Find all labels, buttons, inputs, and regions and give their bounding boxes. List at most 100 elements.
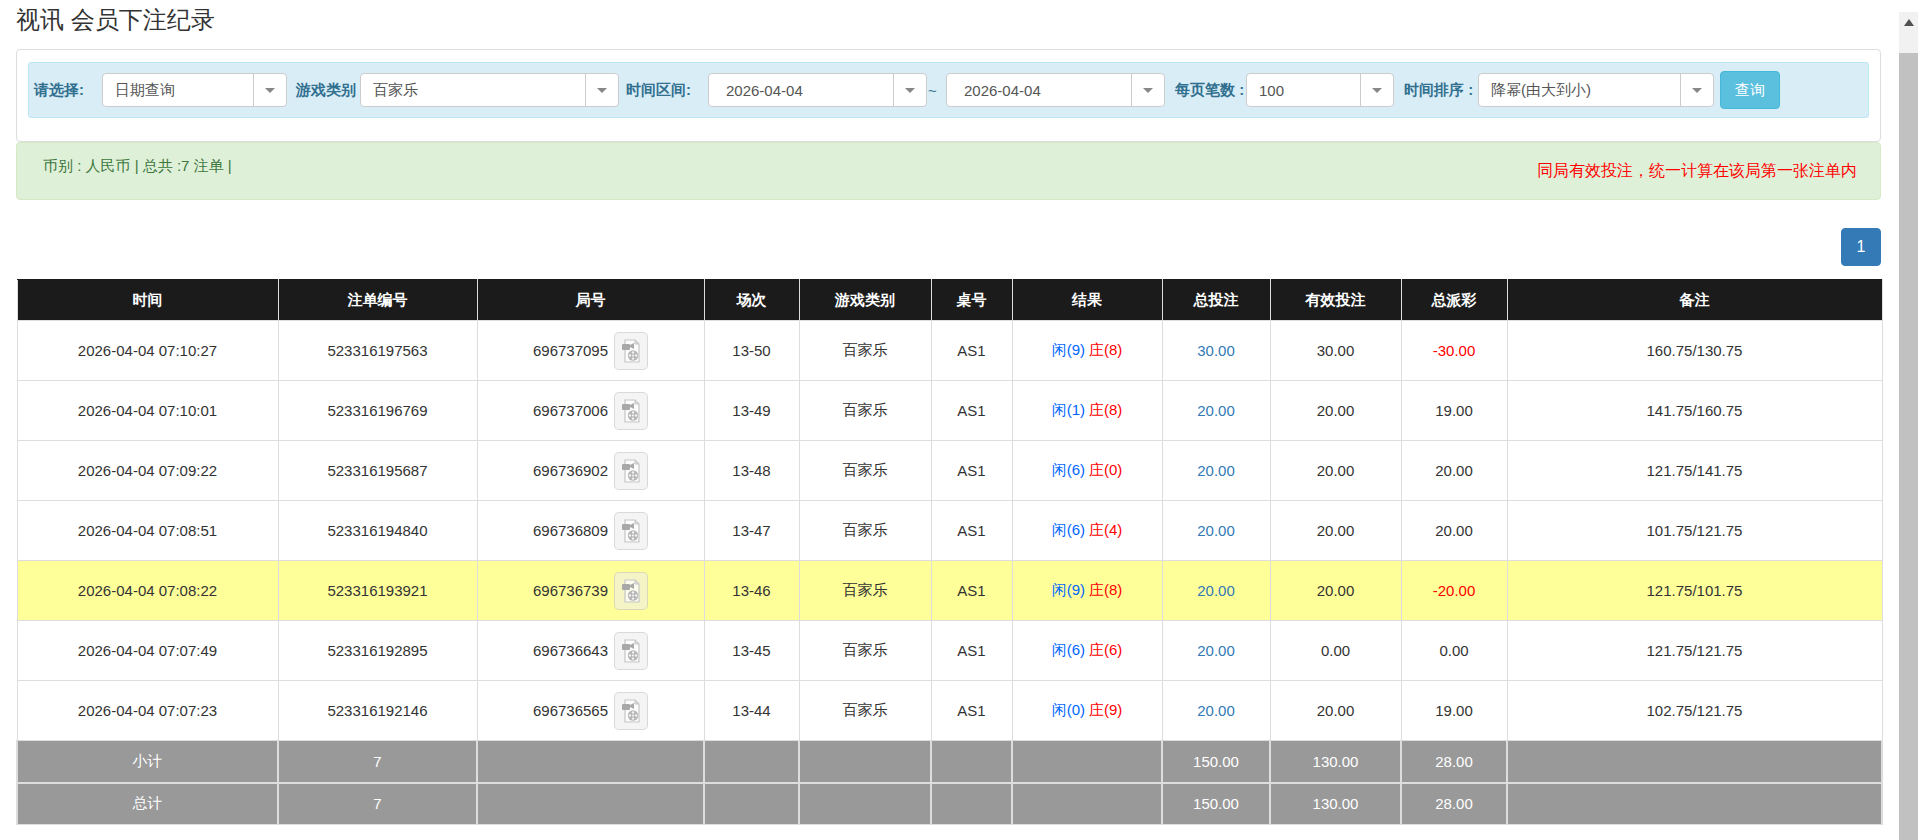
total-bet-cell[interactable]: 20.00 — [1162, 441, 1270, 501]
round-number: 696736565 — [533, 702, 608, 719]
round-cell: 696737095 — [477, 321, 704, 381]
payout-cell: 19.00 — [1401, 381, 1507, 441]
filter-bar: 请选择: 日期查询 游戏类别 百家乐 时间区间: 2026-04-04 ~ 20… — [28, 62, 1869, 118]
result-banker: 庄(8) — [1089, 581, 1122, 598]
sort-label: 时间排序 : — [1404, 81, 1473, 100]
chevron-down-icon — [265, 88, 275, 93]
table-row: 2026-04-04 07:10:01523316196769696737006… — [17, 381, 1882, 441]
note-cell: 141.75/160.75 — [1507, 381, 1882, 441]
page-size-select[interactable]: 100 — [1246, 73, 1394, 107]
page-1-button[interactable]: 1 — [1841, 228, 1881, 266]
grandtotal-row: 总计7150.00130.0028.00 — [17, 783, 1882, 825]
footer-cell-6 — [1012, 741, 1162, 783]
round-cell: 696736902 — [477, 441, 704, 501]
total-bet-cell[interactable]: 20.00 — [1162, 621, 1270, 681]
main-content: 视讯 会员下注纪录 请选择: 日期查询 游戏类别 百家乐 时间区间: 2026-… — [16, 0, 1881, 825]
footer-cell-4 — [799, 783, 931, 825]
records-table: 时间注单编号局号场次游戏类别桌号结果总投注有效投注总派彩备注 2026-04-0… — [16, 279, 1883, 825]
table-no-cell: AS1 — [931, 501, 1012, 561]
footer-cell-3 — [704, 741, 799, 783]
col-header-6: 结果 — [1012, 280, 1162, 321]
payout-cell: -30.00 — [1401, 321, 1507, 381]
footer-cell-9: 28.00 — [1401, 741, 1507, 783]
round-number: 696737095 — [533, 342, 608, 359]
video-replay-button[interactable] — [614, 512, 648, 550]
result-player: 闲(1) — [1052, 401, 1085, 418]
result-banker: 庄(9) — [1089, 701, 1122, 718]
col-header-1: 注单编号 — [278, 280, 477, 321]
col-header-0: 时间 — [17, 280, 278, 321]
table-no-cell: AS1 — [931, 441, 1012, 501]
bet-id-cell: 523316195687 — [278, 441, 477, 501]
video-icon — [620, 398, 642, 424]
video-replay-button[interactable] — [614, 572, 648, 610]
video-replay-button[interactable] — [614, 632, 648, 670]
bet-id-cell: 523316192146 — [278, 681, 477, 741]
video-replay-button[interactable] — [614, 692, 648, 730]
result-player: 闲(9) — [1052, 341, 1085, 358]
total-bet-cell[interactable]: 30.00 — [1162, 321, 1270, 381]
scrollbar-cap — [1899, 0, 1918, 12]
footer-cell-0: 总计 — [17, 783, 278, 825]
session-cell: 13-49 — [704, 381, 799, 441]
table-head: 时间注单编号局号场次游戏类别桌号结果总投注有效投注总派彩备注 — [17, 280, 1882, 321]
scrollbar-up-icon[interactable] — [1904, 19, 1914, 26]
result-cell: 闲(0)庄(9) — [1012, 681, 1162, 741]
round-cell: 696736809 — [477, 501, 704, 561]
video-icon — [620, 338, 642, 364]
summary-text: 币别 : 人民币 | 总共 :7 注单 | — [43, 157, 232, 176]
query-type-caret-box — [253, 74, 286, 106]
col-header-4: 游戏类别 — [799, 280, 931, 321]
result-banker: 庄(4) — [1089, 521, 1122, 538]
query-type-select[interactable]: 日期查询 — [102, 73, 287, 107]
footer-cell-8: 130.00 — [1270, 741, 1401, 783]
video-replay-button[interactable] — [614, 332, 648, 370]
query-button[interactable]: 查询 — [1720, 71, 1780, 109]
game-type-cell: 百家乐 — [799, 381, 931, 441]
table-row: 2026-04-04 07:09:22523316195687696736902… — [17, 441, 1882, 501]
footer-cell-1: 7 — [278, 783, 477, 825]
game-type-cell: 百家乐 — [799, 501, 931, 561]
page-size-caret-box — [1360, 74, 1393, 106]
footer-cell-5 — [931, 783, 1012, 825]
total-bet-cell[interactable]: 20.00 — [1162, 681, 1270, 741]
total-bet-cell[interactable]: 20.00 — [1162, 381, 1270, 441]
subtotal-row: 小计7150.00130.0028.00 — [17, 741, 1882, 783]
round-cell: 696736565 — [477, 681, 704, 741]
payout-cell: -20.00 — [1401, 561, 1507, 621]
time-cell: 2026-04-04 07:08:51 — [17, 501, 278, 561]
total-bet-cell[interactable]: 20.00 — [1162, 561, 1270, 621]
scrollbar-thumb[interactable] — [1899, 53, 1918, 840]
video-replay-button[interactable] — [614, 392, 648, 430]
result-banker: 庄(8) — [1089, 341, 1122, 358]
sort-caret-box — [1680, 74, 1713, 106]
footer-cell-10 — [1507, 783, 1882, 825]
time-cell: 2026-04-04 07:10:27 — [17, 321, 278, 381]
scrollbar[interactable] — [1899, 0, 1918, 840]
table-row: 2026-04-04 07:08:51523316194840696736809… — [17, 501, 1882, 561]
game-type-select[interactable]: 百家乐 — [360, 73, 619, 107]
page-title: 视讯 会员下注纪录 — [16, 0, 1881, 32]
payout-cell: 0.00 — [1401, 621, 1507, 681]
session-cell: 13-50 — [704, 321, 799, 381]
note-cell: 102.75/121.75 — [1507, 681, 1882, 741]
sort-select[interactable]: 降幂(由大到小) — [1478, 73, 1714, 107]
round-cell: 696737006 — [477, 381, 704, 441]
round-number: 696736739 — [533, 582, 608, 599]
date-from-value: 2026-04-04 — [709, 82, 893, 99]
session-cell: 13-44 — [704, 681, 799, 741]
date-from-select[interactable]: 2026-04-04 — [708, 73, 927, 107]
round-number: 696737006 — [533, 402, 608, 419]
footer-cell-5 — [931, 741, 1012, 783]
bet-id-cell: 523316192895 — [278, 621, 477, 681]
video-replay-button[interactable] — [614, 452, 648, 490]
page-size-label: 每页笔数 : — [1175, 81, 1244, 100]
total-bet-cell[interactable]: 20.00 — [1162, 501, 1270, 561]
result-player: 闲(9) — [1052, 581, 1085, 598]
bet-id-cell: 523316194840 — [278, 501, 477, 561]
summary-note: 同局有效投注，统一计算在该局第一张注单内 — [1537, 161, 1857, 182]
round-cell: 696736739 — [477, 561, 704, 621]
result-player: 闲(6) — [1052, 521, 1085, 538]
date-to-select[interactable]: 2026-04-04 — [946, 73, 1165, 107]
round-number: 696736902 — [533, 462, 608, 479]
